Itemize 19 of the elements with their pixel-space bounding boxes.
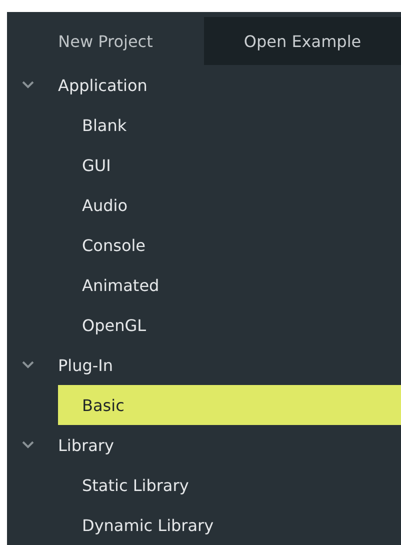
tree-item[interactable]: Basic — [58, 385, 401, 425]
tree-group[interactable]: Library — [7, 425, 401, 465]
group-label: Application — [58, 76, 148, 94]
tree-item[interactable]: Console — [58, 225, 401, 265]
tree-item[interactable]: OpenGL — [58, 305, 401, 345]
chevron-icon — [21, 360, 35, 370]
tab[interactable]: Open Example — [204, 17, 401, 65]
tree-item[interactable]: Audio — [58, 185, 401, 225]
tree-item[interactable]: Blank — [58, 105, 401, 145]
tree-item[interactable]: Static Library — [58, 465, 401, 505]
tree-item[interactable]: Animated — [58, 265, 401, 305]
chevron-icon — [21, 80, 35, 90]
tree-item[interactable]: GUI — [58, 145, 401, 185]
group-label: Plug-In — [58, 356, 114, 374]
tree-item[interactable]: Dynamic Library — [58, 505, 401, 545]
chevron-icon — [21, 440, 35, 450]
tree-group[interactable]: Plug-In — [7, 345, 401, 385]
tree-group[interactable]: Application — [7, 65, 401, 105]
group-label: Library — [58, 436, 114, 454]
